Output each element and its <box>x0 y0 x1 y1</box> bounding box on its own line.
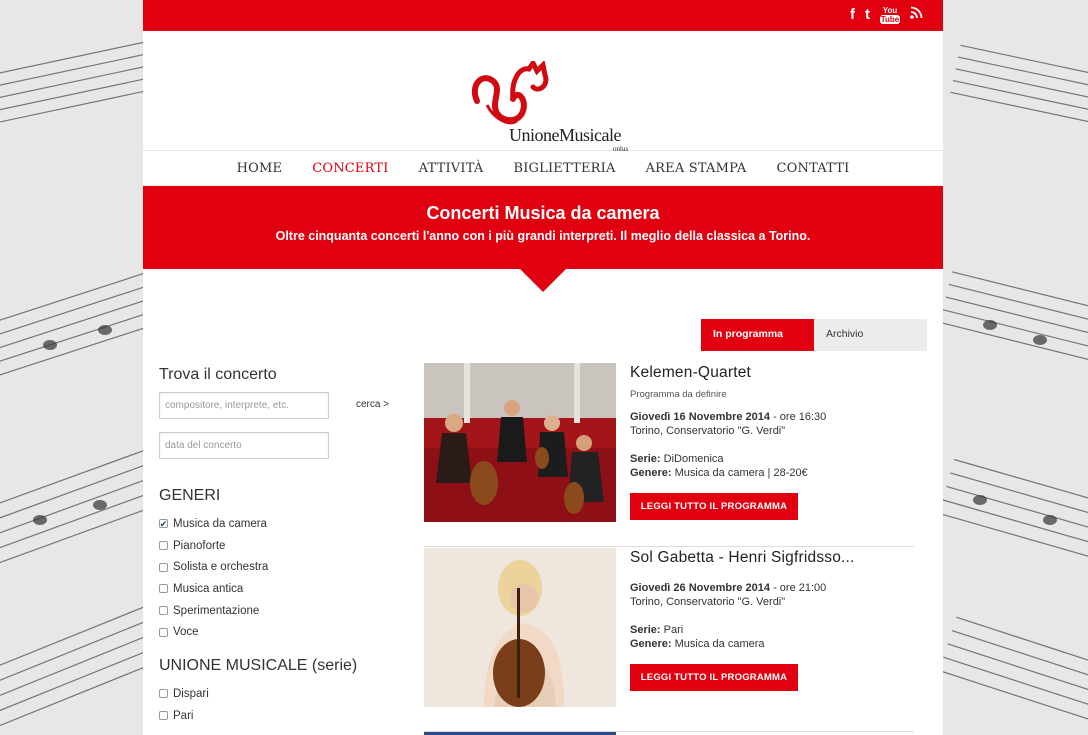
genere-label: Musica antica <box>173 582 244 595</box>
concert-photo[interactable] <box>424 548 616 707</box>
concert-details: Serie: DiDomenica Genere: Musica da came… <box>630 452 914 480</box>
checkbox-icon[interactable] <box>159 541 168 551</box>
concert-time: - ore 16:30 <box>770 411 827 423</box>
nav-contatti[interactable]: CONTATTI <box>761 151 864 185</box>
nav-attivita[interactable]: ATTIVITÀ <box>404 151 499 185</box>
genere-item[interactable]: Pianoforte <box>159 535 399 557</box>
page-container: f t You Tube UnioneMusicale onlus HOME CO… <box>143 0 943 735</box>
genere-item[interactable]: ✔ Musica da camera <box>159 513 399 535</box>
checkbox-icon[interactable] <box>159 689 168 699</box>
date-input[interactable]: data del concerto <box>159 432 329 459</box>
concert-list: Kelemen-Quartet Programma da definire Gi… <box>424 362 914 732</box>
nav-biglietteria[interactable]: BIGLIETTERIA <box>498 151 630 185</box>
concert-title[interactable]: Sol Gabetta - Henri Sigfridsso... <box>630 549 914 567</box>
genere-item[interactable]: Sperimentazione <box>159 600 399 622</box>
hero-arrow <box>519 268 567 292</box>
concert-item: Kelemen-Quartet Programma da definire Gi… <box>424 362 914 547</box>
logo-subtitle: onlus <box>613 145 629 153</box>
nav-concerti[interactable]: CONCERTI <box>297 151 403 185</box>
serie-list: Dispari Pari <box>159 683 399 726</box>
concert-tabs: In programma Archivio <box>701 319 927 351</box>
concert-photo[interactable] <box>424 363 616 522</box>
checkbox-icon[interactable] <box>159 711 168 721</box>
genere-label: Solista e orchestra <box>173 561 269 574</box>
checkbox-icon[interactable] <box>159 627 168 637</box>
hero-subtitle: Oltre cinquanta concerti l'anno con i pi… <box>275 229 811 243</box>
concert-item: Sol Gabetta - Henri Sigfridsso... Gioved… <box>424 547 914 732</box>
genere-label: Pianoforte <box>173 539 226 552</box>
youtube-icon[interactable]: You Tube <box>880 6 900 24</box>
checkbox-icon[interactable] <box>159 562 168 572</box>
logo-wordmark: UnioneMusicale <box>509 125 621 145</box>
concert-date-venue: Giovedì 26 Novembre 2014 - ore 21:00 Tor… <box>630 581 914 609</box>
concert-details: Serie: Pari Genere: Musica da camera <box>630 623 914 651</box>
serie-item[interactable]: Pari <box>159 705 399 727</box>
nav-home[interactable]: HOME <box>222 151 298 185</box>
search-input[interactable]: compositore, interprete, etc. <box>159 392 329 419</box>
search-row: compositore, interprete, etc. cerca > <box>159 392 399 420</box>
rss-icon[interactable] <box>910 4 923 26</box>
tab-in-programma[interactable]: In programma <box>701 319 814 351</box>
concert-date: Giovedì 26 Novembre 2014 <box>630 582 771 594</box>
genere-label: Musica da camera <box>173 517 267 530</box>
hero-title: Concerti Musica da camera <box>426 203 660 223</box>
concert-date: Giovedì 16 Novembre 2014 <box>630 411 771 423</box>
concert-time: - ore 21:00 <box>770 582 827 594</box>
serie-label: Dispari <box>173 687 209 700</box>
serie-label: Serie: <box>630 453 661 465</box>
concert-genere: Musica da camera | 28-20€ <box>671 467 808 479</box>
genere-label: Genere: <box>630 467 672 479</box>
concert-venue: Torino, Conservatorio "G. Verdi" <box>630 596 786 608</box>
serie-item[interactable]: Dispari <box>159 683 399 705</box>
concert-program: Programma da definire <box>630 389 727 400</box>
concert-serie: Pari <box>660 624 684 636</box>
concert-genere: Musica da camera <box>671 638 765 650</box>
generi-list: ✔ Musica da camera Pianoforte Solista e o… <box>159 513 399 643</box>
nav-area-stampa[interactable]: AREA STAMPA <box>631 151 762 185</box>
serie-title: UNIONE MUSICALE (serie) <box>159 657 358 675</box>
facebook-icon[interactable]: f <box>850 4 855 26</box>
logo-area: UnioneMusicale onlus <box>143 31 943 153</box>
search-title: Trova il concerto <box>159 366 277 383</box>
concert-date-venue: Giovedì 16 Novembre 2014 - ore 16:30 Tor… <box>630 410 914 438</box>
concert-info: Sol Gabetta - Henri Sigfridsso... Gioved… <box>630 547 914 691</box>
main-nav: HOME CONCERTI ATTIVITÀ BIGLIETTERIA AREA… <box>143 151 943 186</box>
serie-label: Pari <box>173 709 194 722</box>
genere-item[interactable]: Solista e orchestra <box>159 556 399 578</box>
top-bar: f t You Tube <box>143 0 943 31</box>
concert-title[interactable]: Kelemen-Quartet <box>630 364 914 382</box>
read-program-button[interactable]: LEGGI TUTTO IL PROGRAMMA <box>630 493 798 520</box>
filter-sidebar: Trova il concerto compositore, interpret… <box>159 366 399 727</box>
search-button[interactable]: cerca > <box>356 399 389 410</box>
checkbox-icon[interactable] <box>159 584 168 594</box>
concert-venue: Torino, Conservatorio "G. Verdi" <box>630 425 786 437</box>
genere-label: Sperimentazione <box>173 604 260 617</box>
generi-title: GENERI <box>159 487 221 504</box>
genere-item[interactable]: Voce <box>159 621 399 643</box>
twitter-icon[interactable]: t <box>865 4 870 26</box>
hero-banner: Concerti Musica da camera Oltre cinquant… <box>143 186 943 292</box>
concert-serie: DiDomenica <box>660 453 724 465</box>
checkbox-checked-icon[interactable]: ✔ <box>159 519 168 529</box>
genere-label: Genere: <box>630 638 672 650</box>
read-program-button[interactable]: LEGGI TUTTO IL PROGRAMMA <box>630 664 798 691</box>
checkbox-icon[interactable] <box>159 606 168 616</box>
serie-label: Serie: <box>630 624 661 636</box>
social-links: f t You Tube <box>850 4 923 26</box>
unione-musicale-logo[interactable] <box>467 61 627 131</box>
concert-info: Kelemen-Quartet Programma da definire Gi… <box>630 362 914 520</box>
genere-label: Voce <box>173 626 199 639</box>
tab-archivio[interactable]: Archivio <box>814 319 927 351</box>
genere-item[interactable]: Musica antica <box>159 578 399 600</box>
